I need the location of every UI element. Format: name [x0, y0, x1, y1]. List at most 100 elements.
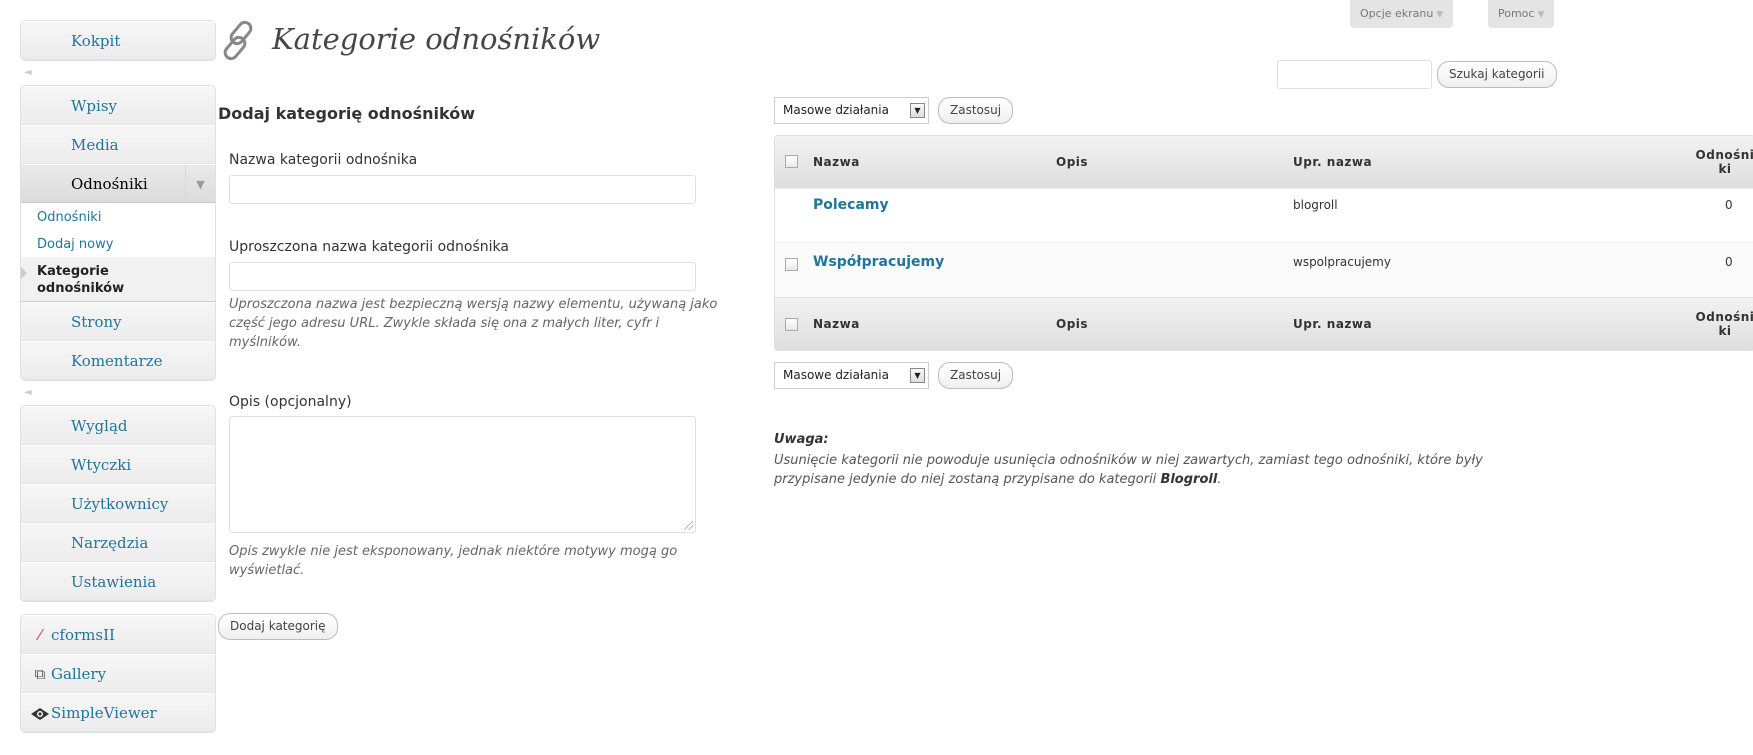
bulk-actions-select-top[interactable]: Masowe działania ▼ — [774, 97, 929, 124]
note-text-end: . — [1217, 472, 1222, 487]
submenu-item-link-categories-line2: odnośników — [37, 281, 125, 296]
row-slug-text: wspolpracujemy — [1293, 255, 1391, 269]
chevron-down-icon: ▼ — [910, 368, 925, 383]
menu-group-content: Wpisy Media Odnośniki ▼ Odnośniki Dodaj … — [20, 85, 216, 381]
menu-separator[interactable]: ◄ — [20, 61, 216, 85]
submenu-item-links[interactable]: Odnośniki — [21, 203, 215, 230]
footer-column-description: Opis — [1056, 317, 1089, 331]
chevron-down-icon: ▼ — [910, 103, 925, 118]
footer-column-links-count-line2: ki — [1718, 324, 1732, 338]
menu-item-simpleviewer-label: SimpleViewer — [51, 704, 157, 722]
links-submenu: Odnośniki Dodaj nowy Kategorie odnośnikó… — [21, 203, 215, 302]
resize-handle-icon[interactable] — [684, 521, 693, 530]
row-name[interactable]: Współpracujemy — [813, 254, 944, 270]
table-header: Nazwa Opis Upr. nazwa Odnośni ki — [775, 136, 1753, 188]
row-slug-text: blogroll — [1293, 198, 1338, 212]
page-title: Kategorie odnośników — [272, 22, 601, 56]
row-slug: blogroll — [1293, 189, 1338, 242]
footer-column-links-count-line1: Odnośni — [1695, 310, 1753, 324]
menu-item-users[interactable]: Użytkownicy — [21, 484, 215, 523]
column-links-count[interactable]: Odnośni ki — [1695, 136, 1753, 188]
bulk-actions-value: Masowe działania — [783, 368, 889, 382]
menu-group-dashboard: Kokpit — [20, 20, 216, 61]
menu-item-posts[interactable]: Wpisy — [21, 86, 215, 125]
description-label: Opis (opcjonalny) — [229, 394, 352, 410]
menu-item-cforms[interactable]: ⁄ cformsII — [21, 615, 215, 654]
menu-item-tools[interactable]: Narzędzia — [21, 523, 215, 562]
chevron-down-icon: ▼ — [1436, 10, 1444, 20]
menu-group-settings: Wygląd Wtyczki Użytkownicy Narzędzia Ust… — [20, 405, 216, 602]
menu-item-links[interactable]: Odnośniki ▼ — [21, 164, 215, 203]
gallery-icon: ⧉ — [34, 665, 46, 683]
chevron-down-icon: ▼ — [1537, 10, 1545, 20]
row-count-text[interactable]: 0 — [1725, 198, 1733, 212]
menu-item-dashboard[interactable]: Kokpit — [21, 21, 215, 60]
menu-item-comments[interactable]: Komentarze — [21, 341, 215, 380]
help-label: Pomoc — [1498, 7, 1535, 20]
categories-table: Nazwa Opis Upr. nazwa Odnośni ki Polecam… — [774, 135, 1753, 351]
row-slug: wspolpracujemy — [1293, 243, 1391, 297]
add-category-heading: Dodaj kategorię odnośników — [218, 104, 475, 123]
note-text-main: Usunięcie kategorii nie powoduje usunięc… — [774, 453, 1483, 487]
admin-sidebar: Kokpit ◄ Wpisy Media Odnośniki ▼ Odnośni… — [20, 20, 216, 733]
menu-item-media[interactable]: Media — [21, 125, 215, 164]
search-categories-button[interactable]: Szukaj kategorii — [1437, 61, 1557, 88]
eye-icon — [29, 694, 51, 732]
row-count-text[interactable]: 0 — [1725, 255, 1733, 269]
help-tab[interactable]: Pomoc ▼ — [1488, 0, 1555, 28]
add-category-button[interactable]: Dodaj kategorię — [218, 613, 338, 640]
menu-item-simpleviewer[interactable]: SimpleViewer — [21, 693, 215, 732]
row-name-link[interactable]: Polecamy — [813, 189, 889, 242]
row-count[interactable]: 0 — [1725, 243, 1733, 297]
select-all-checkbox[interactable] — [785, 155, 798, 168]
slug-label: Uproszczona nazwa kategorii odnośnika — [229, 239, 509, 255]
name-label: Nazwa kategorii odnośnika — [229, 152, 418, 168]
apply-button-top[interactable]: Zastosuj — [938, 97, 1014, 124]
footer-column-name[interactable]: Nazwa — [813, 298, 860, 350]
submenu-item-link-categories-line1: Kategorie — [37, 264, 109, 279]
link-icon — [223, 20, 253, 61]
description-help-text: Opis zwykle nie jest eksponowany, jednak… — [229, 544, 678, 578]
column-name[interactable]: Nazwa — [813, 136, 860, 188]
column-links-count-line2: ki — [1718, 162, 1732, 176]
menu-item-settings[interactable]: Ustawienia — [21, 562, 215, 601]
bulk-actions-value: Masowe działania — [783, 103, 889, 117]
menu-item-pages[interactable]: Strony — [21, 302, 215, 341]
slash-icon: ⁄ — [38, 626, 42, 644]
chevron-down-icon[interactable]: ▼ — [185, 165, 215, 202]
column-description: Opis — [1056, 155, 1089, 169]
menu-item-plugins[interactable]: Wtyczki — [21, 445, 215, 484]
column-links-count-line1: Odnośni — [1695, 148, 1753, 162]
screen-options-label: Opcje ekranu — [1360, 7, 1434, 20]
row-count[interactable]: 0 — [1725, 189, 1733, 242]
row-name[interactable]: Polecamy — [813, 197, 889, 213]
menu-item-links-label: Odnośniki — [71, 175, 148, 193]
category-name-field[interactable] — [229, 175, 696, 204]
search-input[interactable] — [1277, 60, 1432, 89]
row-checkbox[interactable] — [785, 258, 798, 271]
screen-options-tab[interactable]: Opcje ekranu ▼ — [1350, 0, 1454, 28]
slug-help-text: Uproszczona nazwa jest bezpieczną wersją… — [229, 297, 718, 350]
menu-item-gallery[interactable]: ⧉ Gallery — [21, 654, 215, 693]
menu-item-gallery-label: Gallery — [51, 665, 107, 683]
note-title: Uwaga: — [774, 432, 829, 447]
menu-item-appearance[interactable]: Wygląd — [21, 406, 215, 445]
menu-separator[interactable]: ◄ — [20, 381, 216, 405]
footer-column-slug[interactable]: Upr. nazwa — [1293, 298, 1372, 350]
description-textarea[interactable] — [229, 416, 696, 533]
table-footer: Nazwa Opis Upr. nazwa Odnośni ki — [775, 297, 1753, 350]
table-row: Współpracujemy wspolpracujemy 0 — [775, 242, 1753, 297]
footer-column-links-count[interactable]: Odnośni ki — [1695, 298, 1753, 350]
apply-button-bottom[interactable]: Zastosuj — [938, 362, 1014, 389]
note-text-bold: Blogroll — [1160, 472, 1218, 487]
select-all-checkbox-footer[interactable] — [785, 318, 798, 331]
column-slug[interactable]: Upr. nazwa — [1293, 136, 1372, 188]
menu-group-plugins: ⁄ cformsII ⧉ Gallery SimpleViewer — [20, 614, 216, 733]
note-text: Usunięcie kategorii nie powoduje usunięc… — [774, 451, 1534, 489]
submenu-item-add-new[interactable]: Dodaj nowy — [21, 230, 215, 257]
row-name-link[interactable]: Współpracujemy — [813, 243, 944, 297]
category-slug-field[interactable] — [229, 262, 696, 291]
table-row: Polecamy blogroll 0 — [775, 188, 1753, 242]
submenu-item-link-categories[interactable]: Kategorie odnośników — [21, 257, 215, 301]
bulk-actions-select-bottom[interactable]: Masowe działania ▼ — [774, 362, 929, 389]
